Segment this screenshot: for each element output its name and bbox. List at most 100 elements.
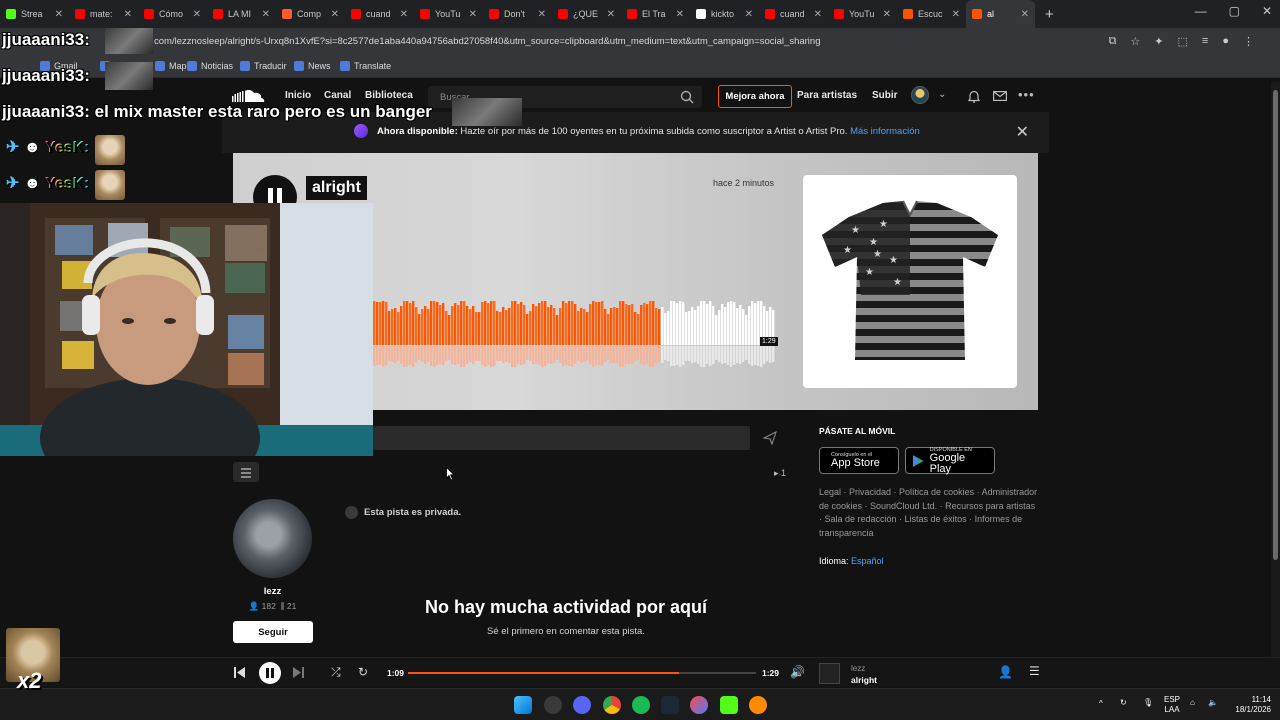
app-store-button[interactable]: Consíguelo en el App Store bbox=[819, 447, 899, 474]
sort-comments-button[interactable] bbox=[233, 462, 259, 482]
player-pause-button[interactable] bbox=[259, 662, 281, 684]
app-icon-orange[interactable] bbox=[749, 696, 767, 714]
browser-tab[interactable]: Comp ✕ bbox=[276, 0, 345, 28]
network-icon[interactable]: ⌂ bbox=[1190, 698, 1195, 708]
tab-close-icon[interactable]: ✕ bbox=[952, 9, 960, 20]
new-tab-icon[interactable]: + bbox=[1035, 6, 1064, 23]
tab-close-icon[interactable]: ✕ bbox=[676, 9, 684, 20]
comment-input[interactable] bbox=[373, 426, 750, 450]
nav-library[interactable]: Biblioteca bbox=[365, 90, 413, 101]
search-icon[interactable] bbox=[680, 90, 694, 104]
banner-more-info-link[interactable]: Más información bbox=[850, 126, 920, 137]
tray-sync-icon[interactable]: ↻ bbox=[1120, 698, 1127, 708]
for-artists-link[interactable]: Para artistas bbox=[797, 90, 857, 101]
close-icon[interactable]: ✕ bbox=[1016, 122, 1029, 142]
waveform[interactable] bbox=[373, 301, 775, 367]
browser-tab[interactable]: mate: ✕ bbox=[69, 0, 138, 28]
bookmark-item[interactable]: Maps bbox=[155, 61, 191, 71]
tray-chevron-icon[interactable]: ^ bbox=[1099, 699, 1103, 709]
maximize-icon[interactable]: ▢ bbox=[1229, 4, 1240, 18]
next-icon[interactable] bbox=[292, 666, 305, 679]
tab-close-icon[interactable]: ✕ bbox=[262, 9, 270, 20]
browser-tab[interactable]: kickto ✕ bbox=[690, 0, 759, 28]
browser-tab[interactable]: cuand ✕ bbox=[759, 0, 828, 28]
artist-name[interactable]: lezz bbox=[233, 586, 312, 597]
bell-icon[interactable] bbox=[968, 90, 980, 103]
browser-tab[interactable]: El Tra ✕ bbox=[621, 0, 690, 28]
spotify-app-icon[interactable] bbox=[632, 696, 650, 714]
player-artwork[interactable] bbox=[819, 663, 840, 684]
tab-close-icon[interactable]: ✕ bbox=[538, 9, 546, 20]
bookmark-item[interactable]: News bbox=[294, 61, 331, 71]
repeat-icon[interactable]: ↻ bbox=[358, 665, 368, 679]
app-icon-red[interactable] bbox=[690, 696, 708, 714]
shuffle-icon[interactable]: ⤮ bbox=[331, 665, 341, 680]
minimize-icon[interactable]: — bbox=[1195, 4, 1207, 18]
kick-app-icon[interactable] bbox=[720, 696, 738, 714]
extension-icon[interactable]: ✦ bbox=[1154, 35, 1163, 48]
follow-user-icon[interactable]: 👤 bbox=[998, 665, 1013, 679]
tab-close-icon[interactable]: ✕ bbox=[1021, 9, 1029, 20]
tab-close-icon[interactable]: ✕ bbox=[193, 9, 201, 20]
upgrade-button[interactable]: Mejora ahora bbox=[718, 85, 792, 108]
tab-close-icon[interactable]: ✕ bbox=[400, 9, 408, 20]
media-control-icon[interactable]: ≡ bbox=[1202, 35, 1208, 48]
bookmark-item[interactable]: Noticias bbox=[187, 61, 233, 71]
browser-tab[interactable]: Strea ✕ bbox=[0, 0, 69, 28]
scrollbar-thumb[interactable] bbox=[1273, 90, 1278, 560]
browser-tab[interactable]: Don't ✕ bbox=[483, 0, 552, 28]
tab-close-icon[interactable]: ✕ bbox=[469, 9, 477, 20]
steam-app-icon[interactable] bbox=[661, 696, 679, 714]
browser-tab[interactable]: Escuc ✕ bbox=[897, 0, 966, 28]
bookmark-item[interactable]: Traducir bbox=[240, 61, 287, 71]
speaker-icon[interactable]: 🔈 bbox=[1208, 698, 1218, 708]
browser-tab[interactable]: Cómo ✕ bbox=[138, 0, 207, 28]
nav-feed[interactable]: Canal bbox=[324, 90, 351, 101]
tab-close-icon[interactable]: ✕ bbox=[814, 9, 822, 20]
browser-tab[interactable]: YouTu ✕ bbox=[414, 0, 483, 28]
player-artist[interactable]: lezz bbox=[851, 664, 865, 673]
discord-app-icon[interactable] bbox=[573, 696, 591, 714]
send-icon[interactable] bbox=[763, 431, 777, 445]
upload-link[interactable]: Subir bbox=[872, 90, 898, 101]
close-window-icon[interactable]: ✕ bbox=[1262, 4, 1272, 18]
clock[interactable]: 11:14 18/1/2026 bbox=[1225, 695, 1271, 715]
profile-avatar-icon[interactable]: ● bbox=[1222, 35, 1229, 48]
artist-avatar[interactable] bbox=[233, 499, 312, 578]
tab-close-icon[interactable]: ✕ bbox=[607, 9, 615, 20]
queue-icon[interactable]: ☰ bbox=[1029, 664, 1040, 678]
player-title[interactable]: alright bbox=[851, 675, 877, 685]
user-avatar[interactable] bbox=[911, 86, 929, 104]
tab-close-icon[interactable]: ✕ bbox=[331, 9, 339, 20]
chrome-app-icon[interactable] bbox=[603, 696, 621, 714]
messages-icon[interactable] bbox=[993, 91, 1007, 101]
footer-links[interactable]: Legal · Privacidad · Política de cookies… bbox=[819, 486, 1039, 540]
google-play-button[interactable]: DISPONIBLE EN Google Play bbox=[905, 447, 995, 474]
install-icon[interactable]: ⧉ bbox=[1109, 35, 1117, 48]
settings-app-icon[interactable] bbox=[544, 696, 562, 714]
tab-close-icon[interactable]: ✕ bbox=[55, 9, 63, 20]
windows-start-icon[interactable] bbox=[514, 696, 532, 714]
page-scrollbar[interactable] bbox=[1271, 82, 1280, 657]
browser-tab[interactable]: cuand ✕ bbox=[345, 0, 414, 28]
tab-close-icon[interactable]: ✕ bbox=[124, 9, 132, 20]
progress-bar[interactable] bbox=[408, 672, 756, 674]
browser-menu-icon[interactable]: ⋮ bbox=[1243, 35, 1254, 48]
volume-icon[interactable]: 🔊 bbox=[790, 665, 805, 679]
input-language[interactable]: ESP LAA bbox=[1164, 695, 1180, 715]
microphone-icon[interactable]: 🎙 bbox=[1143, 698, 1153, 708]
more-options-icon[interactable]: ••• bbox=[1018, 87, 1035, 102]
browser-tab[interactable]: ¿QUE ✕ bbox=[552, 0, 621, 28]
follow-button[interactable]: Seguir bbox=[233, 621, 313, 643]
previous-icon[interactable] bbox=[233, 666, 246, 679]
browser-tab[interactable]: al ✕ bbox=[966, 0, 1035, 28]
bookmark-star-icon[interactable]: ☆ bbox=[1130, 35, 1140, 48]
extensions-puzzle-icon[interactable]: ⬚ bbox=[1178, 35, 1188, 48]
nav-home[interactable]: Inicio bbox=[285, 90, 311, 101]
browser-tab[interactable]: LA MI ✕ bbox=[207, 0, 276, 28]
browser-tab[interactable]: YouTu ✕ bbox=[828, 0, 897, 28]
language-value[interactable]: Español bbox=[851, 556, 884, 566]
chevron-down-icon[interactable]: ⌄ bbox=[938, 89, 946, 100]
bookmark-item[interactable]: Translate bbox=[340, 61, 391, 71]
url-field[interactable]: com/lezznosleep/alright/s-Urxq8n1XvfE?si… bbox=[154, 36, 820, 47]
